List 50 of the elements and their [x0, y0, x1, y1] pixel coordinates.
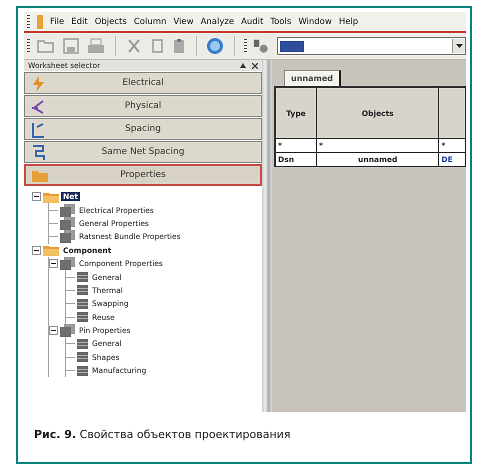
triangle-icon[interactable] [240, 63, 246, 68]
menu-item[interactable]: Column [134, 16, 166, 26]
grid-icon [77, 312, 88, 322]
grid-icon [77, 285, 88, 296]
grid-icon [77, 272, 88, 282]
grid-icon [77, 298, 88, 309]
menu-item[interactable]: Edit [71, 16, 88, 26]
collapse-icon[interactable] [32, 192, 41, 202]
app-icon [37, 14, 43, 28]
menu-item[interactable]: Analyze [200, 16, 234, 26]
collapse-icon[interactable] [49, 259, 58, 268]
worksheet-button[interactable]: Same Net Spacing [24, 141, 262, 163]
menu-item[interactable]: View [173, 16, 194, 26]
sheet-tab[interactable]: unnamed [284, 70, 341, 86]
collapse-icon[interactable] [32, 246, 41, 255]
worksheet-button[interactable]: Physical [24, 95, 262, 117]
folder-icon [43, 190, 59, 203]
spacing-icon [31, 122, 45, 138]
menu-item[interactable]: Window [298, 16, 332, 26]
folder-icon [43, 244, 59, 256]
collapse-icon[interactable] [49, 326, 58, 336]
open-icon[interactable] [36, 38, 56, 54]
sheet-stack-icon [60, 204, 75, 217]
caret-icon [456, 44, 463, 48]
bolt-icon [31, 76, 45, 92]
close-icon[interactable] [252, 62, 258, 68]
help-icon[interactable] [205, 36, 226, 56]
menu-item[interactable]: Objects [94, 16, 127, 26]
spacing-icon [31, 145, 45, 161]
grid-icon [77, 366, 88, 376]
print-icon[interactable] [86, 37, 106, 55]
net-dropdown[interactable] [277, 37, 466, 55]
worksheet-button[interactable]: Properties [24, 164, 262, 186]
figure-caption: Рис. 9. Свойства объектов проектирования [34, 428, 292, 441]
save-icon[interactable] [62, 37, 80, 55]
worksheet-button[interactable]: Electrical [24, 72, 262, 94]
worksheet-button[interactable]: Spacing [24, 118, 262, 140]
menu-item[interactable]: Help [338, 16, 358, 26]
sheet-stack-icon [60, 230, 75, 244]
net-icon [253, 38, 270, 54]
sheet-stack-icon [60, 324, 75, 338]
grid-icon [77, 338, 88, 349]
grid-icon [77, 352, 88, 362]
menu-item[interactable]: Audit [241, 16, 264, 26]
wire-icon [31, 99, 45, 115]
sheet-stack-icon [60, 216, 75, 230]
sheet-stack-icon [60, 257, 75, 270]
folder-icon [32, 169, 48, 183]
menu-item[interactable]: File [50, 16, 64, 26]
menu-item[interactable]: Tools [270, 16, 292, 26]
